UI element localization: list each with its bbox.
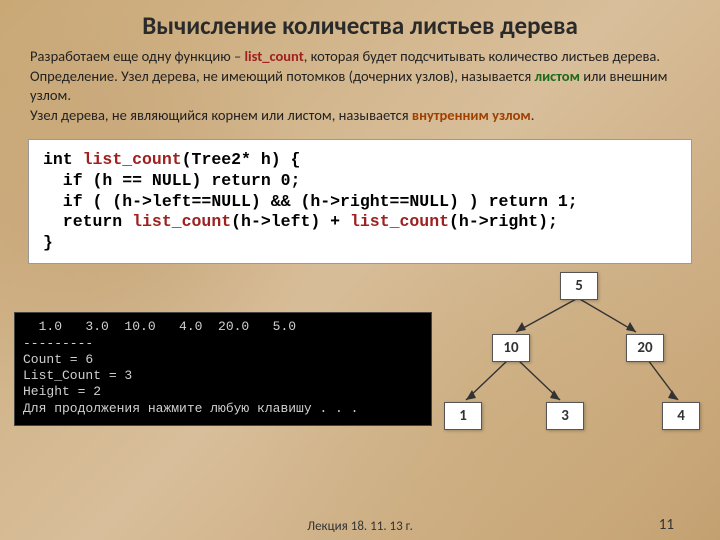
code-l4a: return [43, 212, 132, 231]
console-press: Для продолжения нажмите любую клавишу . … [23, 401, 358, 416]
console-height: Height = 2 [23, 384, 101, 399]
intro-p1b: , которая будет подсчитывать количество … [304, 47, 660, 65]
code-l3: if ( (h->left==NULL) && (h->right==NULL)… [43, 192, 578, 211]
intro-p2a: Определение. Узел дерева, не имеющий пот… [30, 67, 534, 85]
tree-node-5: 5 [560, 272, 598, 300]
code-l4c: (h->right); [449, 212, 558, 231]
slide-title: Вычисление количества листьев дерева [0, 0, 720, 47]
intro-text: Разработаем еще одну функцию – list_coun… [0, 47, 720, 125]
intro-fn: list_count [244, 47, 303, 65]
code-l1b: (Tree2* h) { [182, 150, 301, 169]
console-count: Count = 6 [23, 352, 93, 367]
intro-p3b: . [531, 106, 535, 124]
term-leaf: листом [534, 67, 579, 85]
tree-diagram: 5 10 20 1 3 4 [430, 272, 690, 457]
code-l4b: (h->left) + [231, 212, 350, 231]
term-inner: внутренним узлом [412, 106, 531, 124]
code-l2: if (h == NULL) return 0; [43, 171, 300, 190]
code-l4fn2: list_count [350, 212, 449, 231]
tree-node-3: 3 [546, 402, 584, 430]
page-number: 11 [659, 516, 674, 534]
console-lcount: List_Count = 3 [23, 368, 132, 383]
code-l1fn: list_count [83, 150, 182, 169]
tree-node-20: 20 [626, 334, 664, 362]
code-l1a: int [43, 150, 83, 169]
tree-node-4: 4 [662, 402, 700, 430]
console-dashes: --------- [23, 336, 93, 351]
tree-node-10: 10 [492, 334, 530, 362]
lower-area: 1.0 3.0 10.0 4.0 20.0 5.0 --------- Coun… [0, 276, 720, 471]
console-output: 1.0 3.0 10.0 4.0 20.0 5.0 --------- Coun… [14, 312, 432, 426]
intro-p1a: Разработаем еще одну функцию – [30, 47, 244, 65]
code-l4fn1: list_count [132, 212, 231, 231]
intro-p3a: Узел дерева, не являющийся корнем или ли… [30, 106, 412, 124]
footer-text: Лекция 18. 11. 13 г. [0, 519, 720, 534]
console-row: 1.0 3.0 10.0 4.0 20.0 5.0 [23, 319, 296, 334]
code-l5: } [43, 233, 53, 252]
tree-node-1: 1 [444, 402, 482, 430]
code-block: int list_count(Tree2* h) { if (h == NULL… [28, 139, 692, 264]
